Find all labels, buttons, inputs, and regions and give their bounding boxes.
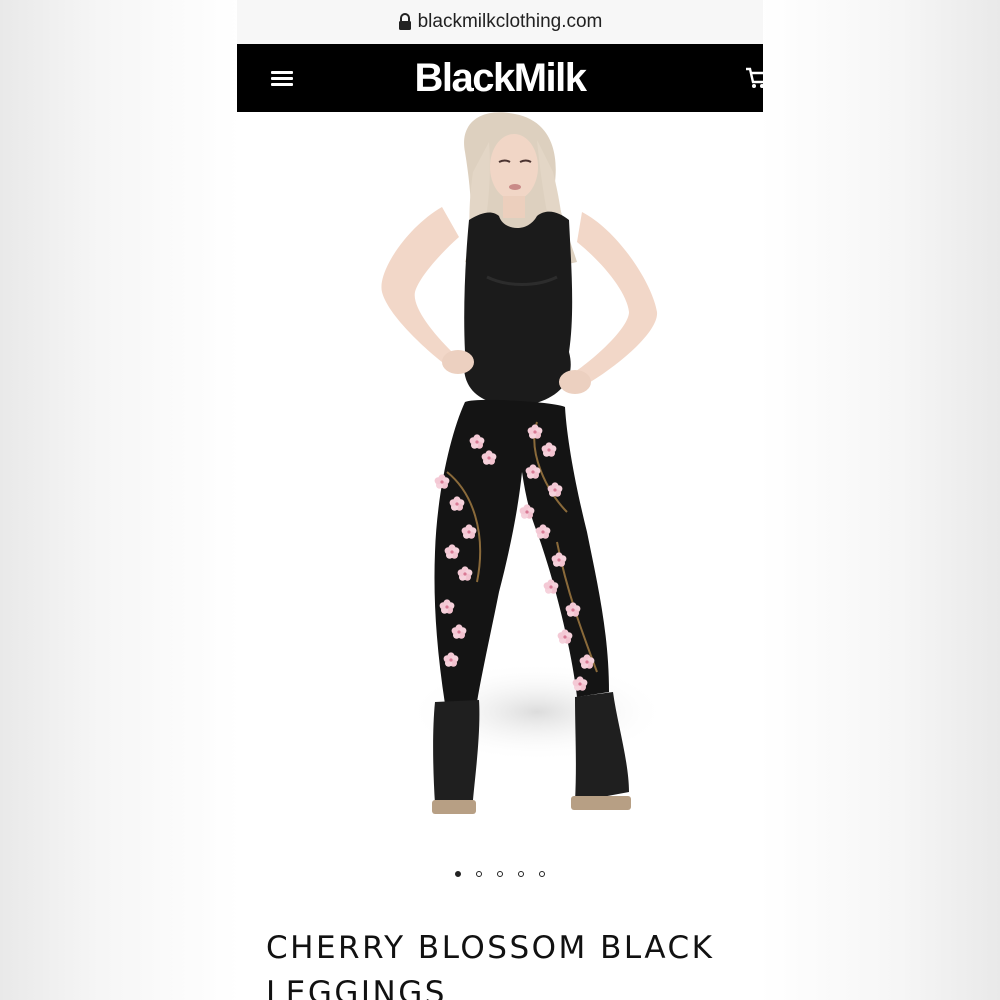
leggings [434, 399, 609, 704]
face [490, 134, 538, 200]
left-arm [381, 207, 459, 362]
cart-icon[interactable] [745, 66, 763, 90]
hamburger-menu-icon[interactable] [271, 71, 293, 87]
carousel-dot-5[interactable] [539, 871, 545, 877]
phone-screen: blackmilkclothing.com BlackMilk CHERRY B… [237, 0, 763, 1000]
carousel-dot-3[interactable] [497, 871, 503, 877]
carousel-dot-4[interactable] [518, 871, 524, 877]
product-photo[interactable] [237, 112, 763, 852]
right-arm [572, 212, 658, 387]
carousel-dots [237, 871, 763, 877]
site-header: BlackMilk [237, 44, 763, 112]
carousel-dot-2[interactable] [476, 871, 482, 877]
site-logo[interactable]: BlackMilk [414, 56, 587, 101]
product-title: CHERRY BLOSSOM BLACK LEGGINGS [266, 929, 715, 1000]
browser-url-bar[interactable]: blackmilkclothing.com [237, 0, 763, 44]
carousel-dot-1[interactable] [455, 871, 461, 877]
lock-icon [398, 13, 411, 30]
tank-top [463, 211, 573, 407]
url-text: blackmilkclothing.com [417, 11, 603, 32]
